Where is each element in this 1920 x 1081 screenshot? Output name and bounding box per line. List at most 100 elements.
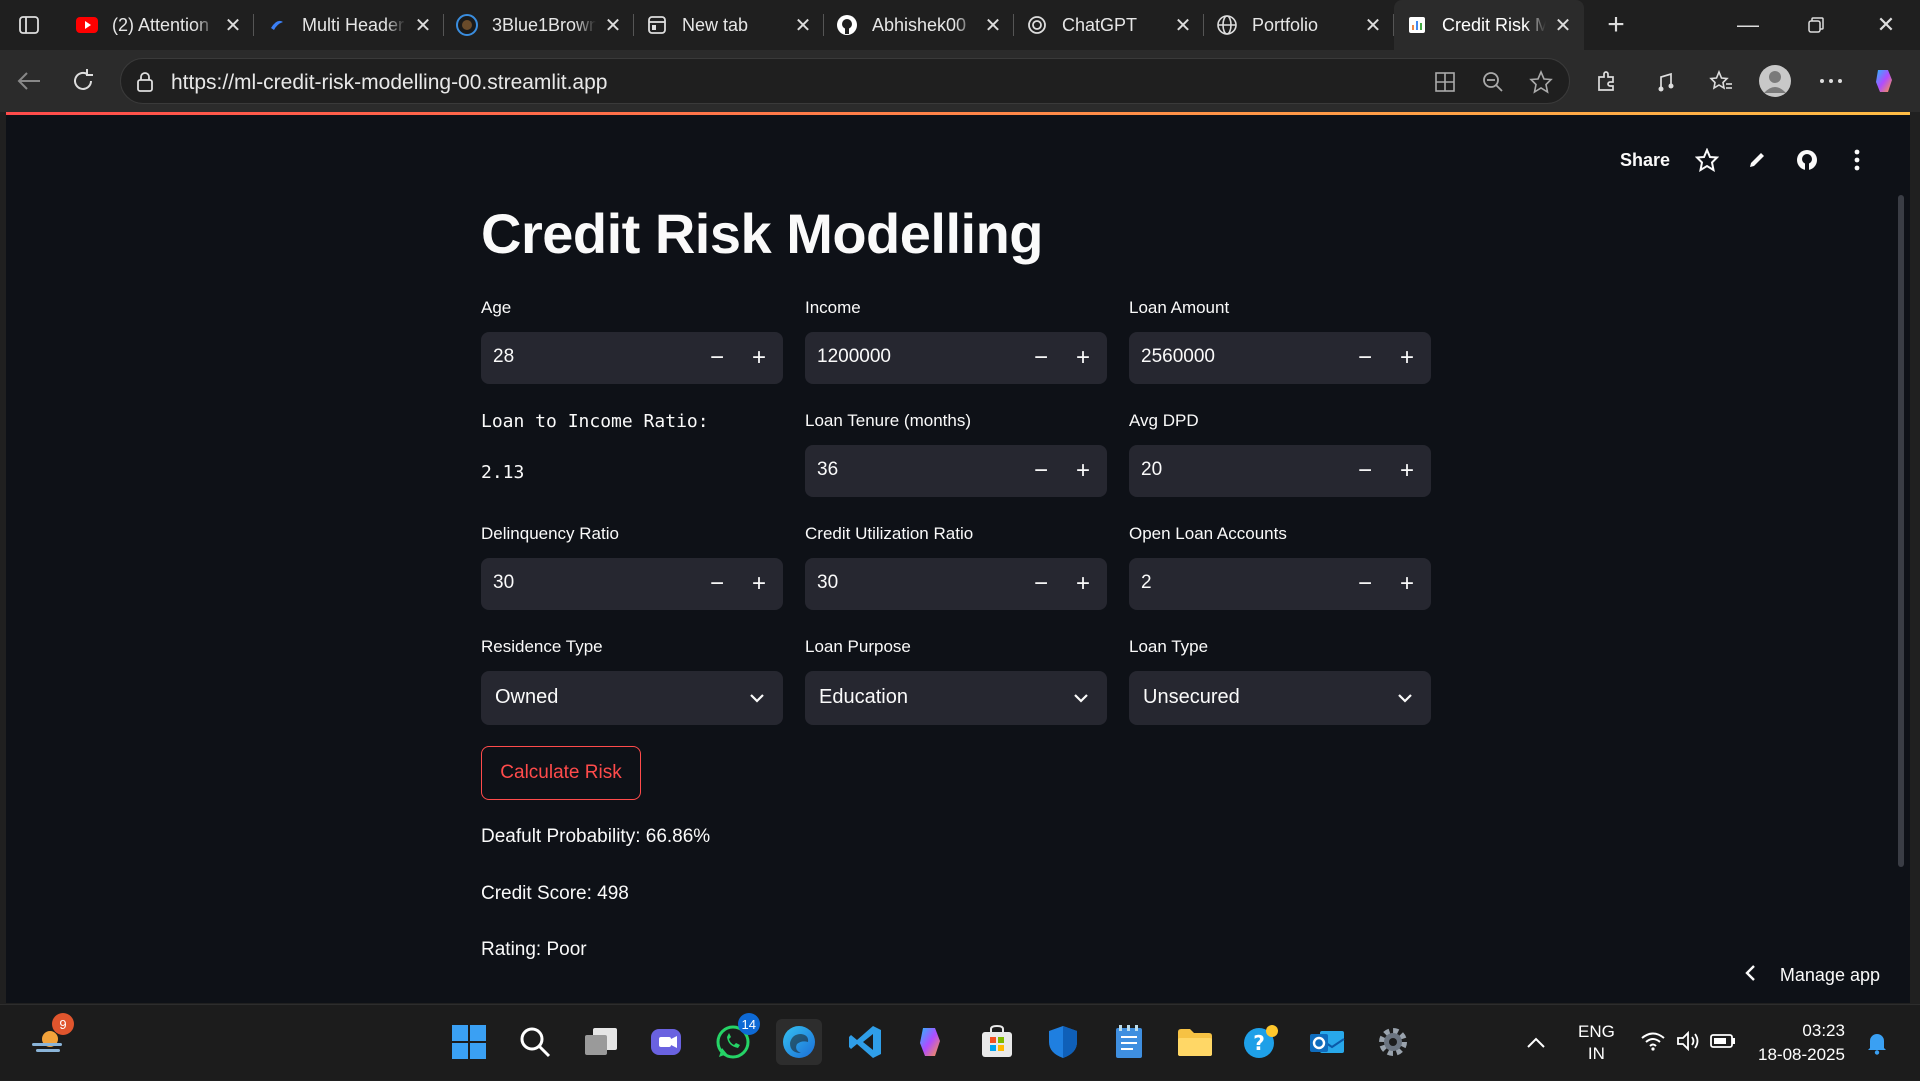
star-icon[interactable] (1694, 147, 1720, 173)
start-icon[interactable] (446, 1019, 492, 1065)
decrement-button[interactable]: − (1023, 453, 1059, 489)
back-icon[interactable] (12, 64, 46, 98)
age-value[interactable]: 28 (493, 346, 514, 368)
show-hidden-icons-button[interactable] (1526, 1005, 1546, 1081)
tab-youtube[interactable]: (2) Attention ✕ (64, 0, 254, 50)
chevron-down-icon[interactable] (1071, 688, 1091, 708)
credit-utilization-input[interactable]: 30 − + (805, 558, 1107, 610)
favorites-icon[interactable] (1704, 64, 1738, 98)
avg-dpd-value[interactable]: 20 (1141, 459, 1162, 481)
close-icon[interactable]: ✕ (604, 15, 622, 37)
decrement-button[interactable]: − (1023, 566, 1059, 602)
chevron-down-icon[interactable] (1395, 688, 1415, 708)
weather-widget-icon[interactable]: 9 (24, 1013, 74, 1065)
copilot-icon[interactable] (1868, 64, 1902, 98)
credit-utilization-value[interactable]: 30 (817, 572, 838, 594)
extensions-icon[interactable] (1590, 64, 1624, 98)
open-loan-accounts-input[interactable]: 2 − + (1129, 558, 1431, 610)
open-loan-accounts-value[interactable]: 2 (1141, 572, 1152, 594)
increment-button[interactable]: + (1389, 340, 1425, 376)
share-button[interactable]: Share (1620, 150, 1670, 171)
notifications-bell-icon[interactable] (1866, 1005, 1888, 1081)
github-icon[interactable] (1794, 147, 1820, 173)
whatsapp-icon[interactable]: 14 (710, 1013, 760, 1065)
income-value[interactable]: 1200000 (817, 346, 891, 368)
more-options-icon[interactable] (1814, 64, 1848, 98)
avg-dpd-input[interactable]: 20 − + (1129, 445, 1431, 497)
edit-pencil-icon[interactable] (1744, 147, 1770, 173)
language-indicator[interactable]: ENG IN (1578, 1005, 1615, 1081)
increment-button[interactable]: + (1065, 453, 1101, 489)
residence-type-select[interactable]: Owned (481, 671, 783, 725)
tab-3blue1brown[interactable]: 3Blue1Brown ✕ (444, 0, 634, 50)
delinquency-ratio-input[interactable]: 30 − + (481, 558, 783, 610)
increment-button[interactable]: + (1389, 453, 1425, 489)
decrement-button[interactable]: − (1347, 566, 1383, 602)
notepad-icon[interactable] (1106, 1019, 1152, 1065)
search-icon[interactable] (512, 1019, 558, 1065)
income-input[interactable]: 1200000 − + (805, 332, 1107, 384)
tab-new-tab[interactable]: New tab ✕ (634, 0, 824, 50)
tab-chatgpt[interactable]: ChatGPT ✕ (1014, 0, 1204, 50)
refresh-icon[interactable] (66, 64, 100, 98)
close-icon[interactable]: ✕ (794, 15, 812, 37)
loan-tenure-input[interactable]: 36 − + (805, 445, 1107, 497)
loan-type-select[interactable]: Unsecured (1129, 671, 1431, 725)
close-window-button[interactable]: ✕ (1856, 0, 1916, 50)
file-explorer-icon[interactable] (1172, 1019, 1218, 1065)
decrement-button[interactable]: − (699, 340, 735, 376)
tab-actions-icon[interactable] (14, 10, 44, 40)
increment-button[interactable]: + (1065, 566, 1101, 602)
tab-portfolio[interactable]: Portfolio ✕ (1204, 0, 1394, 50)
decrement-button[interactable]: − (1023, 340, 1059, 376)
main-menu-icon[interactable] (1844, 147, 1870, 173)
residence-type-value[interactable]: Owned (495, 686, 558, 709)
tab-multi-header[interactable]: Multi Header ✕ (254, 0, 444, 50)
delinquency-ratio-value[interactable]: 30 (493, 572, 514, 594)
close-icon[interactable]: ✕ (984, 15, 1002, 37)
close-icon[interactable]: ✕ (224, 15, 242, 37)
loan-type-value[interactable]: Unsecured (1143, 686, 1240, 709)
loan-tenure-value[interactable]: 36 (817, 459, 838, 481)
calculate-risk-button[interactable]: Calculate Risk (481, 746, 641, 800)
manage-app-button[interactable]: Manage app (1744, 964, 1880, 987)
zoom-icon[interactable] (1481, 70, 1505, 94)
loan-purpose-value[interactable]: Education (819, 686, 908, 709)
decrement-button[interactable]: − (1347, 340, 1383, 376)
app-available-icon[interactable] (1433, 70, 1457, 94)
copilot-app-icon[interactable] (908, 1019, 954, 1065)
profile-avatar[interactable] (1758, 64, 1792, 98)
decrement-button[interactable]: − (1347, 453, 1383, 489)
minimize-button[interactable]: — (1718, 0, 1778, 50)
teams-icon[interactable] (644, 1019, 690, 1065)
favorite-star-icon[interactable] (1529, 70, 1553, 94)
media-icon[interactable] (1650, 64, 1684, 98)
defender-shield-icon[interactable] (1040, 1019, 1086, 1065)
increment-button[interactable]: + (1065, 340, 1101, 376)
increment-button[interactable]: + (741, 340, 777, 376)
microsoft-store-icon[interactable] (974, 1019, 1020, 1065)
tab-credit-risk[interactable]: Credit Risk M ✕ (1394, 0, 1584, 50)
task-view-icon[interactable] (578, 1019, 624, 1065)
clock[interactable]: 03:23 18-08-2025 (1758, 1005, 1845, 1081)
increment-button[interactable]: + (741, 566, 777, 602)
vscode-icon[interactable] (842, 1019, 888, 1065)
close-icon[interactable]: ✕ (414, 15, 432, 37)
loan-amount-input[interactable]: 2560000 − + (1129, 332, 1431, 384)
edge-icon[interactable] (776, 1019, 822, 1065)
address-bar[interactable]: https://ml-credit-risk-modelling-00.stre… (120, 58, 1570, 104)
close-icon[interactable]: ✕ (1554, 15, 1572, 37)
new-tab-button[interactable]: + (1600, 8, 1632, 41)
loan-amount-value[interactable]: 2560000 (1141, 346, 1215, 368)
lock-icon[interactable] (135, 71, 155, 98)
close-icon[interactable]: ✕ (1174, 15, 1192, 37)
scrollbar[interactable] (1898, 195, 1904, 867)
age-input[interactable]: 28 − + (481, 332, 783, 384)
loan-purpose-select[interactable]: Education (805, 671, 1107, 725)
restore-button[interactable] (1786, 0, 1846, 50)
outlook-icon[interactable] (1304, 1019, 1350, 1065)
close-icon[interactable]: ✕ (1364, 15, 1382, 37)
url-text[interactable]: https://ml-credit-risk-modelling-00.stre… (171, 71, 607, 95)
decrement-button[interactable]: − (699, 566, 735, 602)
chevron-down-icon[interactable] (747, 688, 767, 708)
